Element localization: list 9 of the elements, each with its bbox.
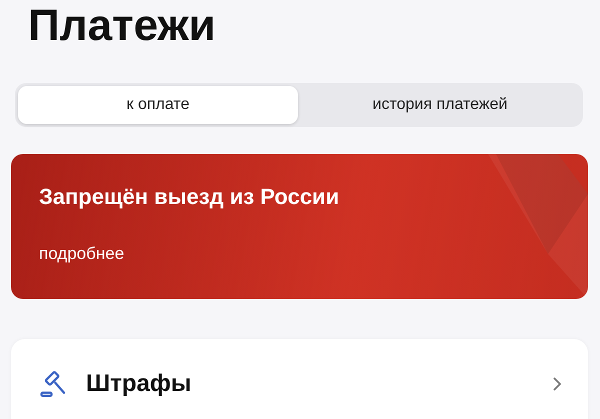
- alert-banner[interactable]: Запрещён выезд из России подробнее: [11, 154, 588, 299]
- tab[interactable]: история платежей: [300, 86, 580, 124]
- chevron-right-icon: [552, 376, 562, 392]
- fines-card[interactable]: Штрафы: [11, 339, 588, 419]
- details-link[interactable]: подробнее: [39, 244, 124, 264]
- banner-title: Запрещён выезд из России: [39, 184, 340, 210]
- page-title: Платежи: [27, 0, 217, 52]
- section-title: Штрафы: [86, 370, 192, 398]
- tab[interactable]: к оплате: [18, 86, 298, 124]
